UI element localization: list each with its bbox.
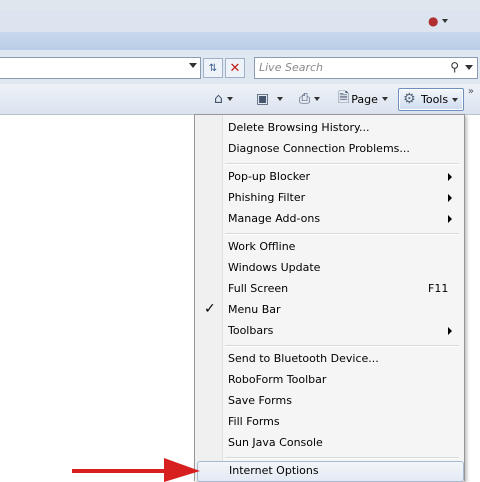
menu-separator: [225, 345, 459, 347]
tools-menu-button[interactable]: ⚙ Tools: [398, 88, 464, 111]
refresh-icon: ⇅: [208, 62, 218, 74]
feeds-icon: ▣: [256, 91, 270, 107]
search-box[interactable]: Live Search ⚲: [254, 57, 478, 79]
menu-item-label: Manage Add-ons: [228, 212, 321, 225]
page-menu-button[interactable]: 🗎 Page: [338, 89, 388, 109]
search-provider-dropdown-icon[interactable]: [465, 65, 473, 70]
menu-item-shortcut: F11: [428, 282, 449, 295]
feeds-button[interactable]: ▣: [256, 89, 284, 109]
page-dropdown-icon: [381, 97, 388, 101]
annotation-arrow-icon: [72, 458, 200, 482]
tools-menu-label: Tools: [421, 93, 449, 106]
print-button[interactable]: ⎙: [299, 89, 321, 109]
feeds-dropdown-icon[interactable]: [277, 97, 284, 101]
command-bar-overflow[interactable]: »: [468, 86, 474, 97]
search-icon[interactable]: ⚲: [450, 60, 459, 74]
menu-item-label: Toolbars: [228, 324, 274, 337]
user-icon: ●: [428, 14, 439, 28]
address-dropdown-icon[interactable]: [189, 63, 197, 68]
tools-dropdown-menu: Delete Browsing History... Diagnose Conn…: [194, 114, 465, 482]
menu-separator: [225, 163, 459, 165]
menu-item-full-screen[interactable]: Full Screen F11: [197, 279, 462, 299]
menu-item-label: Full Screen: [228, 282, 289, 295]
menu-item-label: Phishing Filter: [228, 191, 306, 204]
menu-item-label: Diagnose Connection Problems...: [228, 142, 410, 155]
menu-item-phishing-filter[interactable]: Phishing Filter: [197, 188, 462, 208]
stop-icon: ✕: [229, 60, 241, 76]
menu-item-internet-options[interactable]: Internet Options: [197, 461, 464, 482]
page-icon: 🗎: [338, 90, 350, 106]
menu-item-menu-bar[interactable]: ✓ Menu Bar: [197, 300, 462, 320]
menu-item-label: Menu Bar: [228, 303, 281, 316]
menu-item-delete-browsing-history[interactable]: Delete Browsing History...: [197, 118, 462, 138]
page-menu-label: Page: [351, 92, 378, 106]
menu-item-label: Work Offline: [228, 240, 296, 253]
print-dropdown-icon[interactable]: [314, 97, 321, 101]
menu-item-save-forms[interactable]: Save Forms: [197, 391, 462, 411]
search-placeholder: Live Search: [259, 61, 323, 74]
home-button[interactable]: ⌂: [214, 89, 233, 109]
menu-item-label: Send to Bluetooth Device...: [228, 352, 379, 365]
checkmark-icon: ✓: [204, 301, 216, 317]
menu-item-roboform-toolbar[interactable]: RoboForm Toolbar: [197, 370, 462, 390]
menu-item-label: Fill Forms: [228, 415, 280, 428]
refresh-button[interactable]: ⇅: [203, 58, 223, 78]
menu-item-popup-blocker[interactable]: Pop-up Blocker: [197, 167, 462, 187]
menu-item-sun-java-console[interactable]: Sun Java Console: [197, 433, 462, 453]
quick-tabs-button[interactable]: ●: [428, 12, 468, 30]
menu-item-send-bluetooth[interactable]: Send to Bluetooth Device...: [197, 349, 462, 369]
submenu-arrow-icon: [448, 215, 452, 223]
submenu-arrow-icon: [448, 327, 452, 335]
menu-item-label: Sun Java Console: [228, 436, 323, 449]
chevron-down-icon: [442, 19, 449, 23]
menu-item-toolbars[interactable]: Toolbars: [197, 321, 462, 341]
menu-item-label: Windows Update: [228, 261, 321, 274]
gear-icon: ⚙: [403, 91, 416, 107]
submenu-arrow-icon: [448, 194, 452, 202]
menu-item-windows-update[interactable]: Windows Update: [197, 258, 462, 278]
menu-item-manage-addons[interactable]: Manage Add-ons: [197, 209, 462, 229]
menu-item-label: RoboForm Toolbar: [228, 373, 327, 386]
menu-separator: [225, 457, 459, 459]
title-band: [0, 32, 480, 51]
menu-item-label: Internet Options: [229, 464, 319, 477]
menu-item-fill-forms[interactable]: Fill Forms: [197, 412, 462, 432]
menu-item-label: Save Forms: [228, 394, 292, 407]
stop-button[interactable]: ✕: [225, 58, 245, 78]
menu-item-diagnose-connection[interactable]: Diagnose Connection Problems...: [197, 139, 462, 159]
tools-dropdown-icon: [452, 98, 458, 102]
tab-bar: ●: [0, 10, 480, 32]
menu-item-label: Delete Browsing History...: [228, 121, 370, 134]
address-bar[interactable]: [0, 57, 201, 79]
menu-separator: [225, 233, 459, 235]
home-icon: ⌂: [214, 91, 223, 107]
menu-item-work-offline[interactable]: Work Offline: [197, 237, 462, 257]
home-dropdown-icon[interactable]: [226, 97, 233, 101]
print-icon: ⎙: [299, 91, 311, 107]
menu-item-label: Pop-up Blocker: [228, 170, 311, 183]
submenu-arrow-icon: [448, 173, 452, 181]
